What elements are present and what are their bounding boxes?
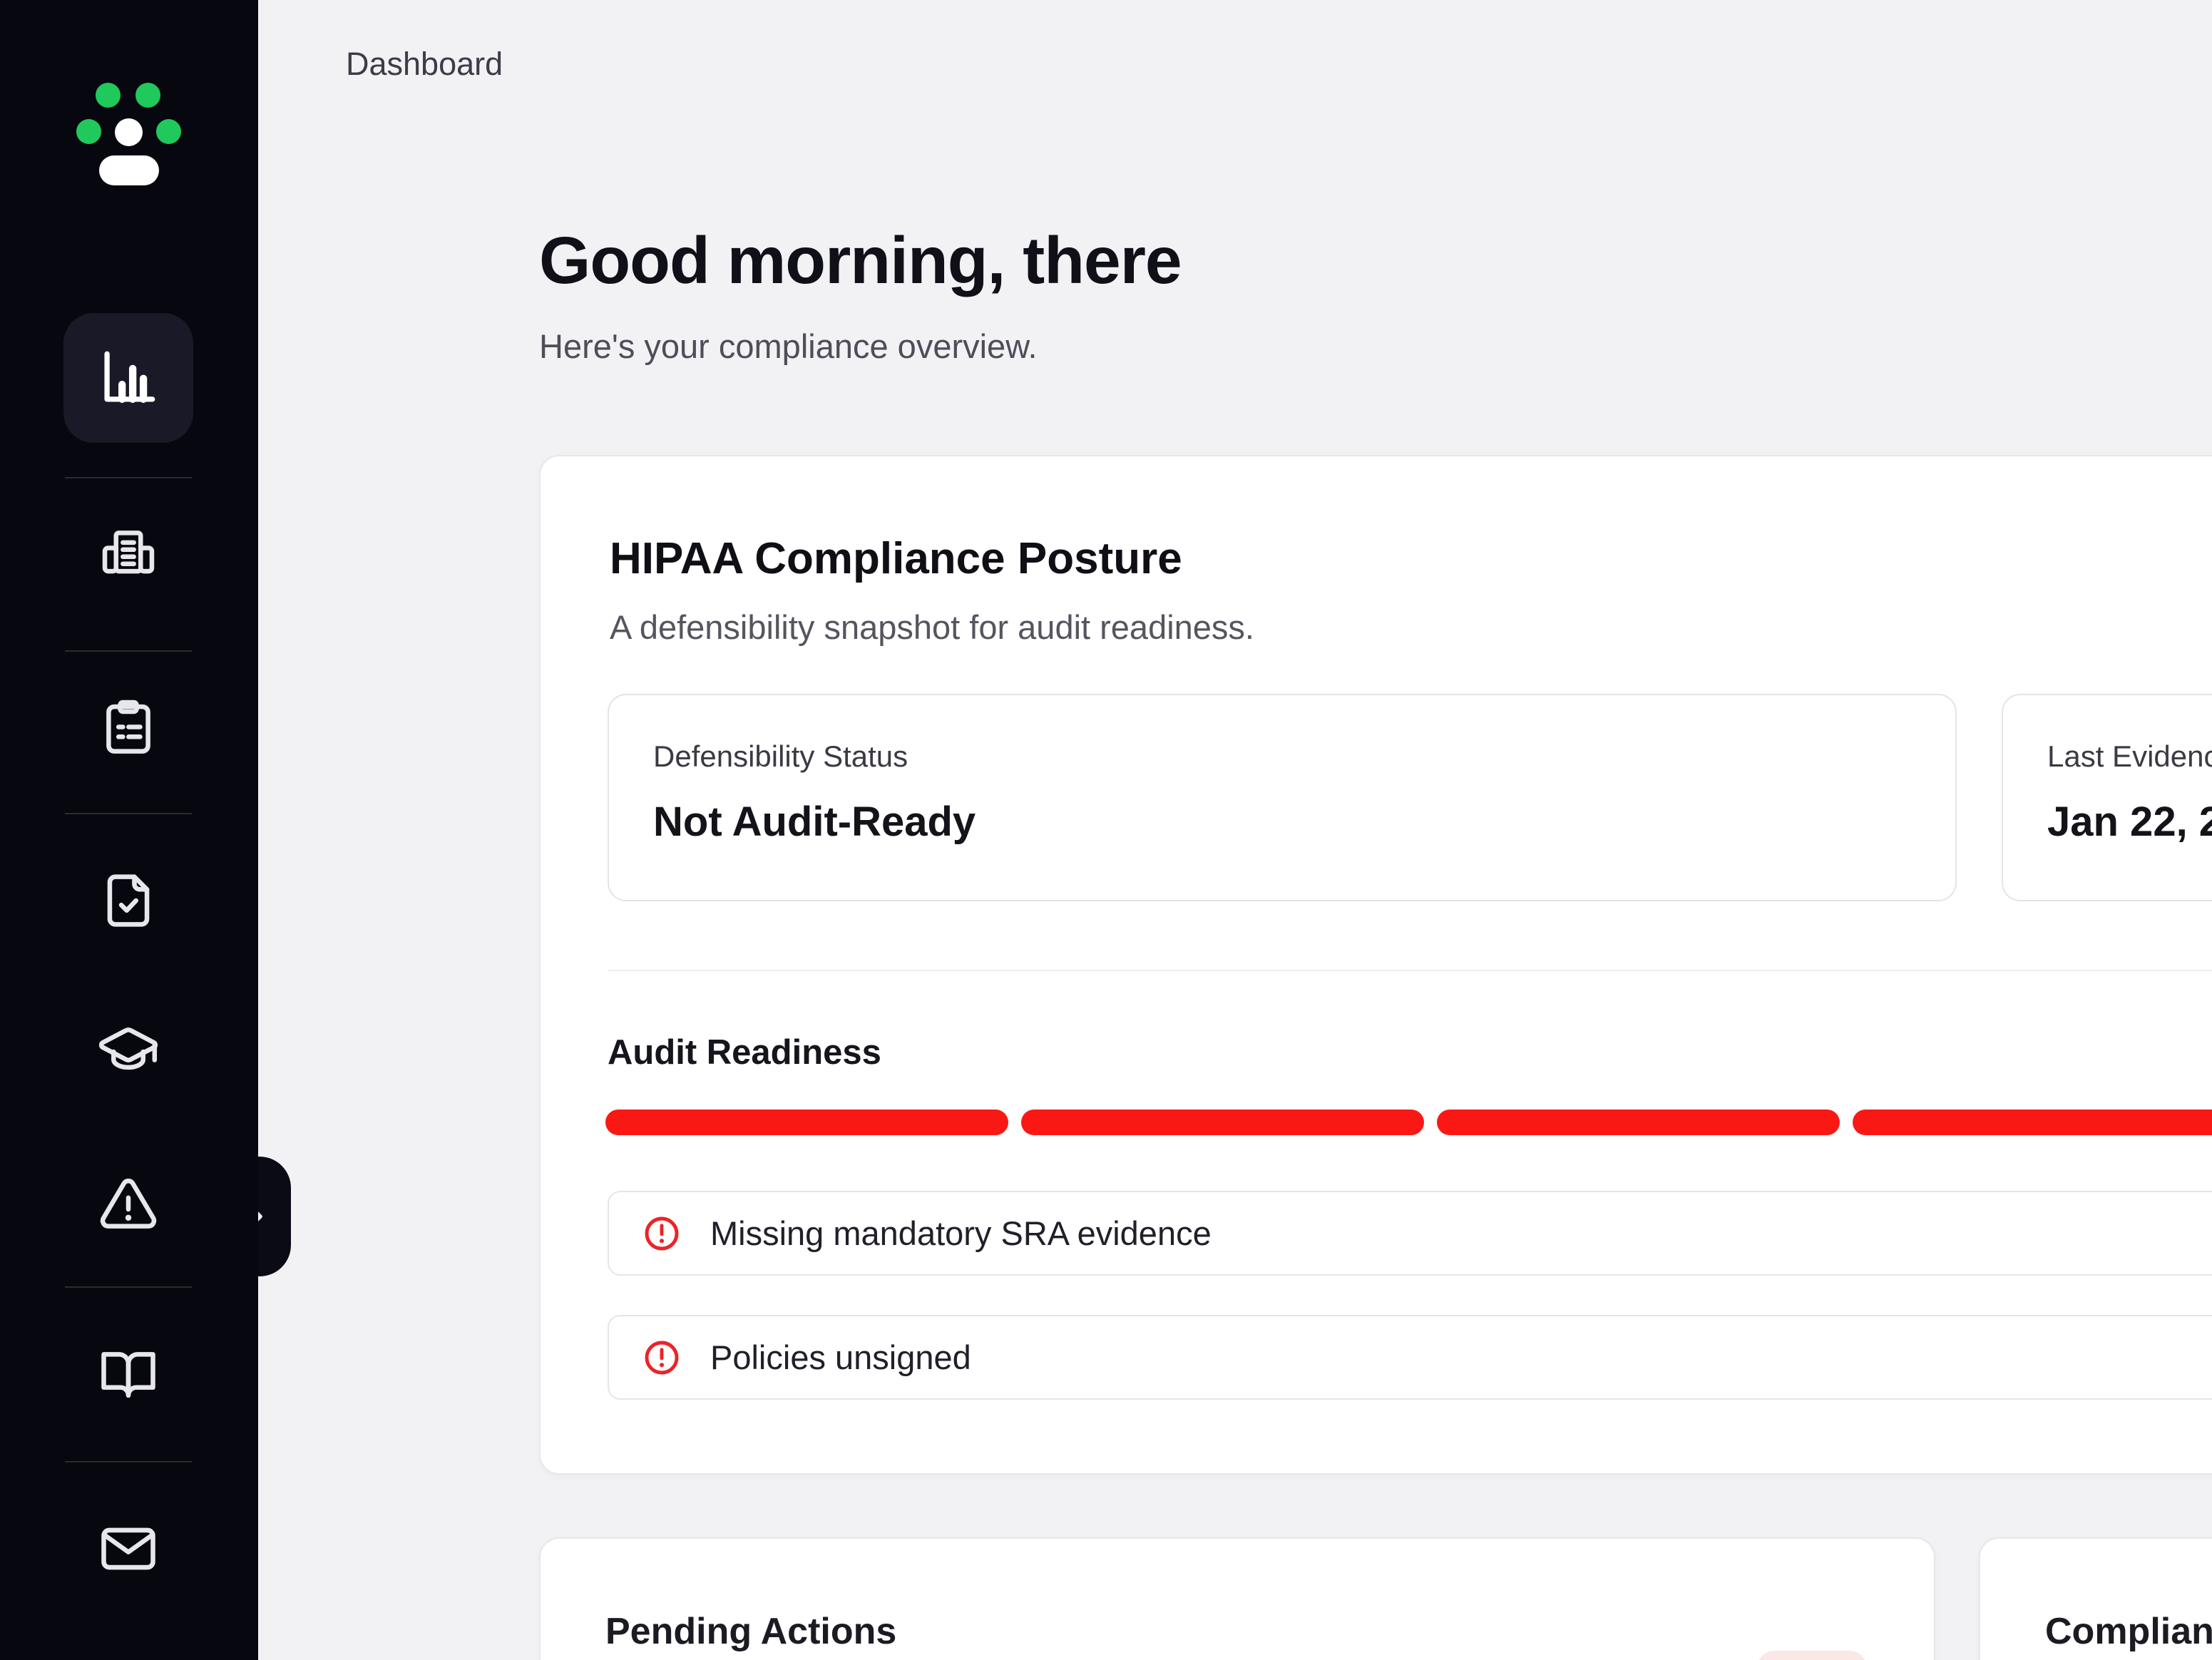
sidebar-divider (65, 477, 192, 478)
page-subtitle: Here's your compliance overview. (539, 327, 1038, 366)
alert-text: Missing mandatory SRA evidence (710, 1214, 1212, 1253)
sidebar-item-messages[interactable] (63, 1484, 193, 1614)
audit-readiness-progress (605, 1110, 2212, 1135)
section-divider (608, 970, 2212, 971)
sidebar-item-analytics[interactable] (63, 313, 193, 443)
sidebar-divider (65, 813, 192, 814)
app-logo[interactable] (0, 0, 258, 214)
alert-text: Policies unsigned (710, 1338, 971, 1377)
book-open-icon (96, 1341, 161, 1407)
page-title: Good morning, there (539, 222, 1182, 299)
progress-segment (605, 1110, 1008, 1135)
sidebar-item-policies[interactable] (63, 1309, 193, 1439)
progress-segment (1853, 1110, 2212, 1135)
logo-person-shoulders (99, 155, 159, 185)
card-subtitle: A defensibility snapshot for audit readi… (610, 608, 1254, 647)
graduation-cap-icon (96, 1017, 161, 1082)
card-title: Compliance (2045, 1610, 2212, 1653)
alert-triangle-icon (96, 1172, 161, 1237)
alert-row-policies-unsigned[interactable]: Policies unsigned (608, 1315, 2212, 1400)
mail-icon (96, 1516, 161, 1582)
sidebar-divider (65, 1286, 192, 1288)
sidebar-item-print[interactable] (63, 491, 193, 621)
file-check-icon (96, 868, 161, 933)
bar-chart-icon (96, 345, 161, 411)
defensibility-status-card: Defensibility Status Not Audit-Ready (608, 694, 1957, 901)
card-title: HIPAA Compliance Posture (610, 533, 1182, 584)
clipboard-list-icon (96, 695, 161, 761)
dashboard-page: Dashboard Good morning, there Here's you… (0, 0, 2212, 1660)
circle-alert-icon (642, 1214, 682, 1254)
compliance-card: Compliance (1979, 1537, 2212, 1660)
hipaa-posture-card: HIPAA Compliance Posture A defensibility… (539, 455, 2212, 1475)
sidebar-item-documents[interactable] (63, 836, 193, 965)
sidebar-item-tasks[interactable] (63, 663, 193, 793)
logo-dot (96, 83, 121, 108)
logo-dot (135, 83, 160, 108)
sidebar-divider (65, 1461, 192, 1462)
stat-label: Last Evidence (2047, 739, 2212, 774)
stat-label: Defensibility Status (653, 739, 908, 774)
breadcrumb: Dashboard (346, 46, 503, 83)
sidebar-item-incidents[interactable] (63, 1139, 193, 1269)
stat-value: Jan 22, 2025 (2047, 798, 2212, 846)
sidebar-item-training[interactable] (63, 985, 193, 1115)
logo-dot (156, 119, 181, 144)
stat-value: Not Audit-Ready (653, 798, 976, 846)
circle-alert-icon (642, 1338, 682, 1378)
progress-segment (1021, 1110, 1424, 1135)
progress-segment (1437, 1110, 1840, 1135)
audit-readiness-label: Audit Readiness (608, 1033, 881, 1072)
status-badge (1756, 1651, 1868, 1660)
logo-dot (76, 119, 101, 144)
sidebar (0, 0, 258, 1660)
card-title: Pending Actions (605, 1610, 896, 1653)
last-evidence-card: Last Evidence Jan 22, 2025 (2002, 694, 2212, 901)
printer-icon (96, 523, 161, 589)
alert-row-sra-evidence[interactable]: Missing mandatory SRA evidence (608, 1191, 2212, 1276)
logo-person-head (115, 118, 143, 146)
pending-actions-card: Pending Actions (539, 1537, 1935, 1660)
sidebar-divider (65, 650, 192, 652)
